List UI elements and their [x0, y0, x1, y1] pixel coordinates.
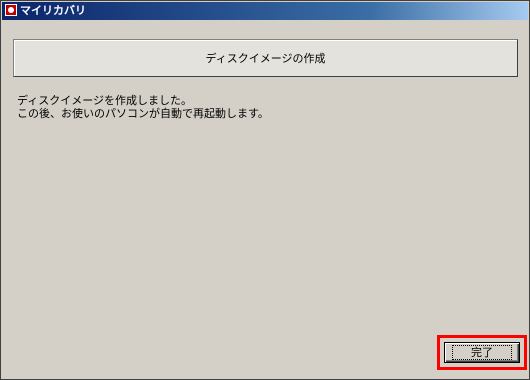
message-line-1: ディスクイメージを作成しました。 — [17, 94, 193, 107]
finish-button-label: 完了 — [452, 345, 512, 360]
title-bar[interactable]: マイリカバリ — [2, 2, 528, 20]
section-heading: ディスクイメージの作成 — [205, 52, 326, 65]
finish-button[interactable]: 完了 — [444, 342, 520, 363]
message-line-2: この後、お使いのパソコンが自動で再起動します。 — [17, 107, 269, 120]
status-message: ディスクイメージを作成しました。 この後、お使いのパソコンが自動で再起動します。 — [17, 94, 269, 120]
my-recovery-window: マイリカバリ ディスクイメージの作成 ディスクイメージを作成しました。 この後、… — [0, 0, 530, 380]
my-recovery-icon — [5, 4, 17, 16]
window-title: マイリカバリ — [20, 4, 86, 17]
section-heading-panel: ディスクイメージの作成 — [13, 39, 518, 77]
